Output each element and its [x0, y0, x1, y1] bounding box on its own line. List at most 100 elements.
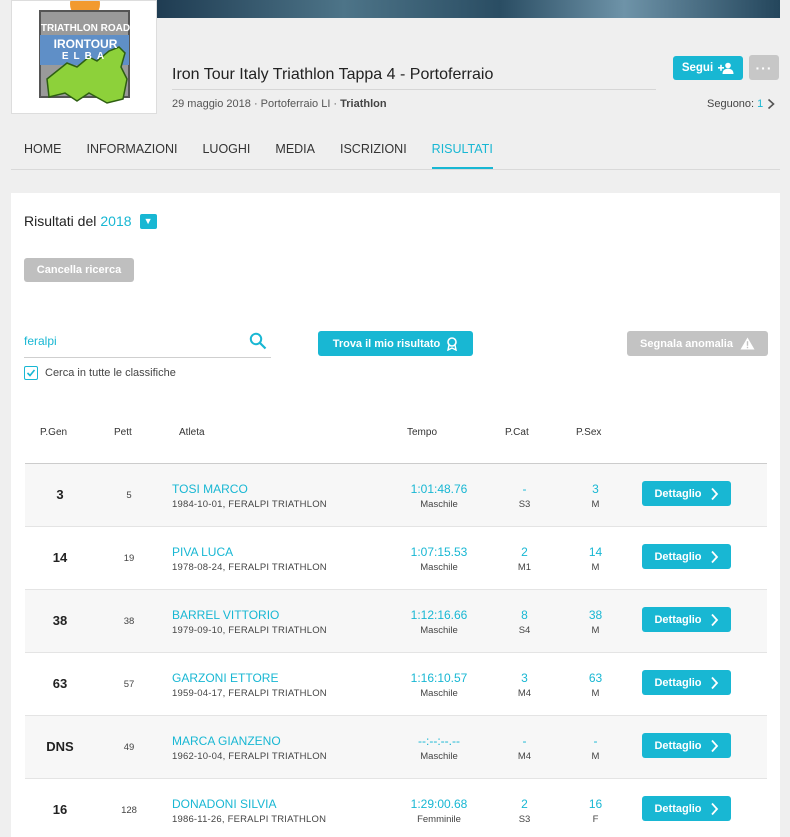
age-category: M1: [517, 562, 532, 573]
search-icon[interactable]: [249, 332, 267, 350]
gender-category: Maschile: [420, 499, 458, 510]
category-position: -: [522, 482, 527, 496]
overall-position: 14: [52, 550, 68, 565]
tab-risultati[interactable]: RISULTATI: [431, 142, 493, 169]
chevron-right-icon: [710, 550, 718, 563]
detail-button[interactable]: Dettaglio: [642, 796, 731, 821]
search-field: [24, 329, 271, 358]
report-anomaly-label: Segnala anomalia: [640, 337, 733, 350]
category-position: 8: [521, 608, 528, 622]
detail-button[interactable]: Dettaglio: [642, 544, 731, 569]
detail-button[interactable]: Dettaglio: [642, 481, 731, 506]
athlete-details: 1959-04-17, FERALPI TRIATHLON: [172, 688, 327, 699]
detail-button[interactable]: Dettaglio: [642, 733, 731, 758]
athlete-details: 1979-09-10, FERALPI TRIATHLON: [172, 625, 327, 636]
results-year[interactable]: 2018: [100, 213, 131, 229]
header-p-gen[interactable]: P.Gen: [40, 427, 67, 438]
header-tempo[interactable]: Tempo: [407, 427, 437, 438]
gender-position: 38: [588, 608, 603, 622]
tab-informazioni[interactable]: INFORMAZIONI: [87, 142, 178, 169]
logo-text-top: TRIATHLON ROAD: [40, 23, 131, 34]
detail-button-label: Dettaglio: [654, 676, 702, 689]
more-options-button[interactable]: ···: [749, 55, 779, 80]
athlete-name-link[interactable]: GARZONI ETTORE: [172, 671, 278, 685]
finish-time: 1:29:00.68: [410, 797, 468, 811]
gender-code: F: [592, 814, 599, 825]
header-pett[interactable]: Pett: [114, 427, 132, 438]
finish-time: --:--:--.--: [418, 734, 460, 748]
detail-button[interactable]: Dettaglio: [642, 607, 731, 632]
results-table-body: 3 5 TOSI MARCO 1984-10-01, FERALPI TRIAT…: [25, 464, 767, 837]
header-p-sex[interactable]: P.Sex: [576, 427, 601, 438]
bib-number: 57: [123, 679, 135, 690]
header-p-cat[interactable]: P.Cat: [505, 427, 529, 438]
table-row: 38 38 BARREL VITTORIO 1979-09-10, FERALP…: [25, 590, 767, 653]
overall-position: 63: [52, 676, 68, 691]
table-row: 3 5 TOSI MARCO 1984-10-01, FERALPI TRIAT…: [25, 464, 767, 527]
event-sport: Triathlon: [340, 98, 387, 110]
gender-code: M: [591, 625, 600, 636]
gender-position: 63: [588, 671, 603, 685]
chevron-right-icon: [710, 613, 718, 626]
athlete-name-link[interactable]: TOSI MARCO: [172, 482, 248, 496]
header-atleta[interactable]: Atleta: [179, 427, 205, 438]
tab-home[interactable]: HOME: [24, 142, 62, 169]
search-all-label: Cerca in tutte le classifiche: [45, 367, 176, 379]
category-position: 2: [521, 545, 528, 559]
gender-code: M: [591, 562, 600, 573]
follow-button[interactable]: Segui: [673, 56, 743, 80]
overall-position: DNS: [46, 739, 74, 754]
year-dropdown-icon[interactable]: ▼: [139, 213, 157, 229]
report-anomaly-button[interactable]: Segnala anomalia: [627, 331, 768, 356]
table-row: 16 128 DONADONI SILVIA 1986-11-26, FERAL…: [25, 779, 767, 837]
chevron-right-icon: [710, 739, 718, 752]
finish-time: 1:07:15.53: [410, 545, 468, 559]
gender-code: M: [591, 688, 600, 699]
overall-position: 38: [52, 613, 68, 628]
tab-iscrizioni[interactable]: ISCRIZIONI: [340, 142, 407, 169]
event-date-place: 29 maggio 2018 · Portoferraio LI ·: [172, 98, 341, 110]
search-all-checkbox[interactable]: [24, 366, 38, 380]
find-my-result-label: Trova il mio risultato: [332, 337, 441, 350]
bib-number: 38: [123, 616, 135, 627]
athlete-name-link[interactable]: PIVA LUCA: [172, 545, 233, 559]
checkmark-icon: [26, 369, 36, 377]
results-year-prefix: Risultati del: [24, 213, 97, 229]
athlete-details: 1986-11-26, FERALPI TRIATHLON: [172, 814, 327, 825]
gender-position: -: [593, 734, 598, 748]
search-all-checkbox-row[interactable]: Cerca in tutte le classifiche: [24, 366, 176, 380]
followers-link[interactable]: Seguono: 1: [707, 98, 776, 110]
athlete-name-link[interactable]: MARCA GIANZENO: [172, 734, 281, 748]
athlete-name-link[interactable]: BARREL VITTORIO: [172, 608, 279, 622]
search-input[interactable]: [24, 334, 239, 348]
chevron-right-icon: [768, 98, 775, 110]
athlete-name-link[interactable]: DONADONI SILVIA: [172, 797, 276, 811]
category-position: -: [522, 734, 527, 748]
athlete-details: 1962-10-04, FERALPI TRIATHLON: [172, 751, 327, 762]
detail-button-label: Dettaglio: [654, 739, 702, 752]
add-user-icon: [718, 62, 734, 74]
clear-search-button[interactable]: Cancella ricerca: [24, 258, 134, 282]
age-category: S3: [518, 499, 531, 510]
tab-media[interactable]: MEDIA: [275, 142, 315, 169]
overall-position: 3: [56, 487, 64, 502]
athlete-details: 1978-08-24, FERALPI TRIATHLON: [172, 562, 327, 573]
event-logo: TRIATHLON ROAD IRONTOUR ELBA: [11, 0, 157, 114]
gender-category: Maschile: [420, 751, 458, 762]
finish-time: 1:01:48.76: [410, 482, 468, 496]
table-row: DNS 49 MARCA GIANZENO 1962-10-04, FERALP…: [25, 716, 767, 779]
title-divider: [172, 89, 656, 90]
gender-position: 3: [592, 482, 599, 496]
find-my-result-button[interactable]: Trova il mio risultato: [318, 331, 473, 356]
chevron-right-icon: [710, 802, 718, 815]
detail-button-label: Dettaglio: [654, 487, 702, 500]
followers-count: 1: [757, 98, 764, 110]
bib-number: 5: [126, 490, 132, 501]
finish-time: 1:16:10.57: [410, 671, 468, 685]
event-nav: HOME INFORMAZIONI LUOGHI MEDIA ISCRIZION…: [24, 142, 518, 169]
tab-luoghi[interactable]: LUOGHI: [202, 142, 250, 169]
gender-position: 14: [588, 545, 603, 559]
age-category: M4: [517, 751, 532, 762]
warning-icon: [740, 337, 755, 350]
detail-button[interactable]: Dettaglio: [642, 670, 731, 695]
